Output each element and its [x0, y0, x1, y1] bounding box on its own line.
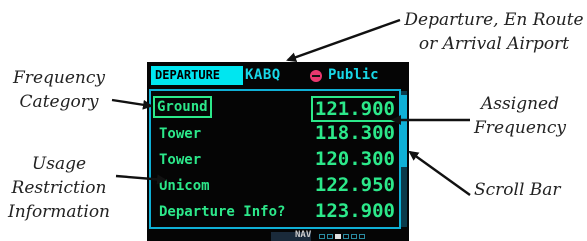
arrow-departure-airport: [286, 18, 401, 63]
callout-arrows: [111, 18, 471, 196]
arrow-usage-restriction: [115, 174, 167, 185]
arrow-scroll-bar: [408, 150, 471, 196]
arrow-frequency-category: [111, 98, 153, 110]
